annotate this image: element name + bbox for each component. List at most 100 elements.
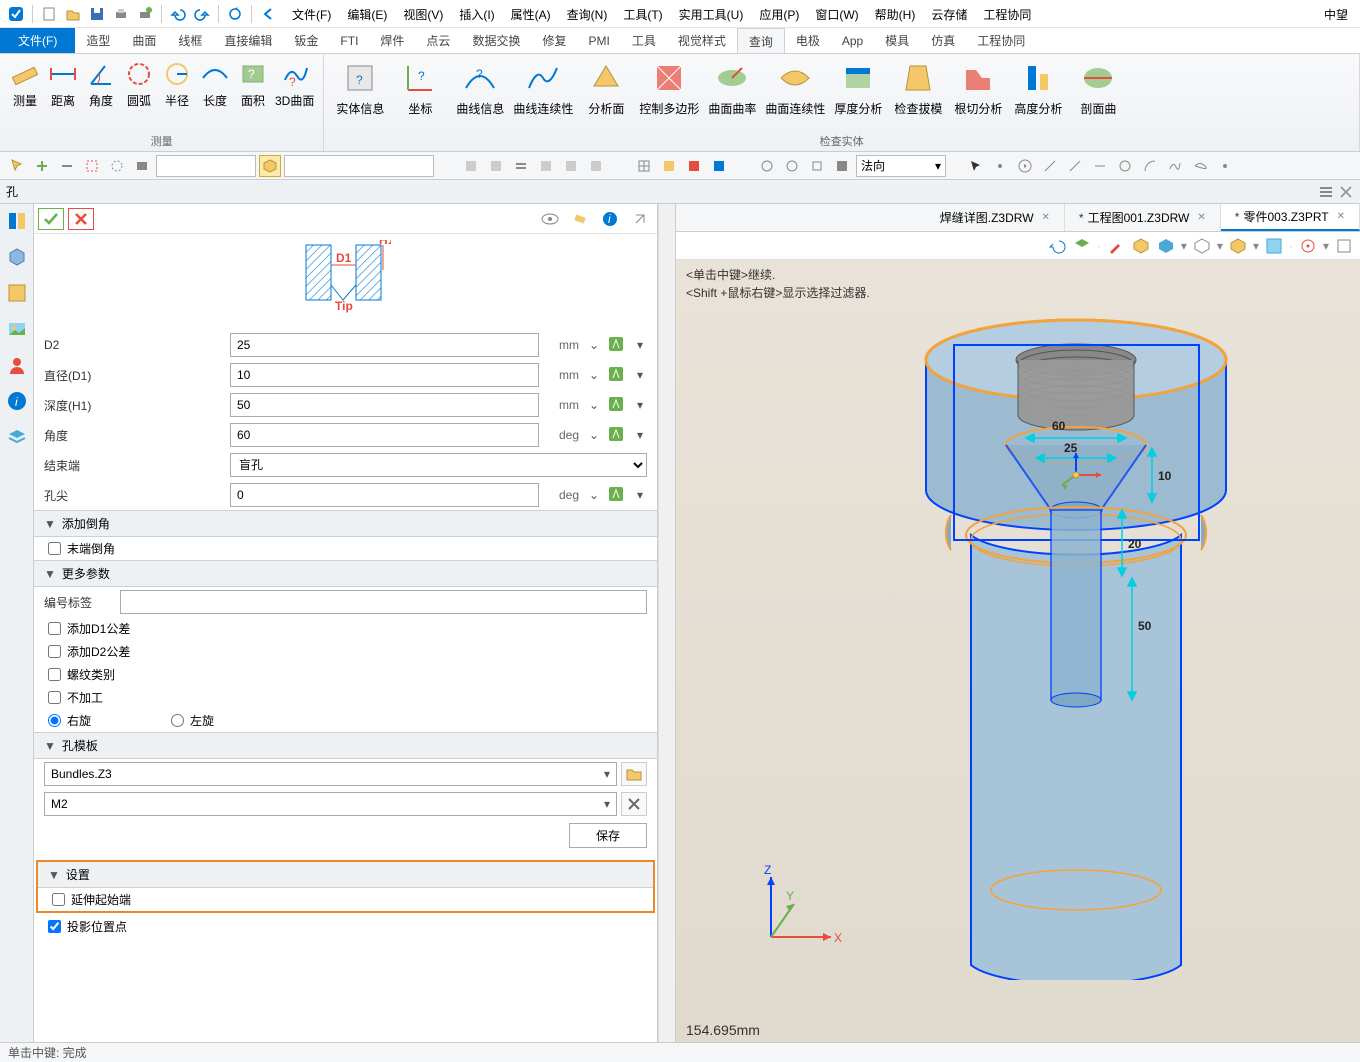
check-thread-type[interactable] [48,668,61,681]
side-tab-user[interactable] [4,352,30,378]
ribbon-item-curve-info[interactable]: ?曲线信息 [450,56,510,119]
toggle-icon[interactable] [510,155,532,177]
ribbon-item-3dsurface[interactable]: ?3D曲面 [272,56,317,111]
param-input-d2[interactable] [230,333,539,357]
ribbon-tab-active[interactable]: 查询 [737,28,785,53]
ribbon-tab[interactable]: 模具 [874,28,920,53]
add-icon[interactable] [31,155,53,177]
save-icon[interactable] [86,3,108,25]
radio-right-hand[interactable] [48,714,61,727]
close-icon[interactable]: ✕ [1197,212,1205,223]
panel-menu-icon[interactable] [1318,184,1334,200]
ribbon-item-measure[interactable]: 测量 [6,56,44,111]
check-end-chamfer[interactable] [48,542,61,555]
ribbon-item-section[interactable]: 剖面曲 [1068,56,1128,119]
dropdown-icon[interactable]: ⌄ [587,368,601,382]
expand-icon[interactable] [1334,236,1354,256]
toggle-icon[interactable] [485,155,507,177]
ribbon-item-area[interactable]: ?面积 [234,56,272,111]
ribbon-item-entity-info[interactable]: ?实体信息 [330,56,390,119]
document-tab[interactable]: * 工程图001.Z3DRW✕ [1065,204,1221,231]
check-d1-tol[interactable] [48,622,61,635]
scrollbar[interactable] [658,204,676,1042]
brush-icon[interactable] [1106,236,1126,256]
refresh-icon[interactable] [224,3,246,25]
line-icon[interactable] [1089,155,1111,177]
ribbon-item-distance[interactable]: 距离 [44,56,82,111]
layer-combo[interactable] [156,155,256,177]
side-tab-assembly[interactable] [4,244,30,270]
dropdown-icon[interactable]: ▾ [633,398,647,412]
arc-icon[interactable] [1139,155,1161,177]
section-more[interactable]: ▼更多参数 [34,560,657,587]
target-icon[interactable] [1298,236,1318,256]
cursor-icon[interactable] [964,155,986,177]
new-icon[interactable] [38,3,60,25]
apply-icon[interactable] [607,485,627,505]
file-tab[interactable]: 文件(F) [0,28,75,53]
sync-icon[interactable] [831,155,853,177]
tool-icon[interactable] [1039,155,1061,177]
document-tab[interactable]: 焊缝详图.Z3DRW✕ [926,204,1065,231]
sync-icon[interactable] [756,155,778,177]
document-tab-active[interactable]: * 零件003.Z3PRT✕ [1221,204,1360,231]
redo-icon[interactable] [191,3,213,25]
ribbon-tab[interactable]: 钣金 [283,28,329,53]
ribbon-tab[interactable]: 视觉样式 [667,28,737,53]
apply-icon[interactable] [607,365,627,385]
remove-icon[interactable] [56,155,78,177]
menu-file[interactable]: 文件(F) [284,2,339,27]
isometric-icon[interactable] [1228,236,1248,256]
ribbon-tab[interactable]: 曲面 [121,28,167,53]
ribbon-item-control-poly[interactable]: 控制多边形 [636,56,702,119]
menu-tools[interactable]: 工具(T) [615,2,670,27]
ribbon-tab[interactable]: 线框 [167,28,213,53]
sync-icon[interactable] [806,155,828,177]
check-d2-tol[interactable] [48,645,61,658]
check-no-machining[interactable] [48,691,61,704]
open-icon[interactable] [62,3,84,25]
ribbon-tab[interactable]: 造型 [75,28,121,53]
ribbon-tab[interactable]: FTI [329,28,369,53]
menu-edit[interactable]: 编辑(E) [339,2,395,27]
menu-view[interactable]: 视图(V) [395,2,451,27]
menu-cloud[interactable]: 云存储 [923,2,975,27]
browse-button[interactable] [621,762,647,786]
side-tab-info[interactable]: i [4,388,30,414]
param-select-end[interactable]: 盲孔 [230,453,647,477]
template-file-combo[interactable]: Bundles.Z3▾ [44,762,617,786]
delete-button[interactable] [621,792,647,816]
select-box-icon[interactable] [81,155,103,177]
menu-utilities[interactable]: 实用工具(U) [671,2,752,27]
ribbon-item-analyze-face[interactable]: 分析面 [576,56,636,119]
menu-window[interactable]: 窗口(W) [807,2,866,27]
layers-icon[interactable] [1072,236,1092,256]
play-icon[interactable] [1014,155,1036,177]
circle-icon[interactable] [1114,155,1136,177]
dropdown-icon[interactable]: ⌄ [587,338,601,352]
side-tab-image[interactable] [4,316,30,342]
menu-attribute[interactable]: 属性(A) [503,2,559,27]
side-tab-layers[interactable] [4,424,30,450]
dropdown-icon[interactable]: ▾ [633,428,647,442]
ribbon-item-height[interactable]: 高度分析 [1008,56,1068,119]
lasso-icon[interactable] [106,155,128,177]
select-icon[interactable] [6,155,28,177]
ribbon-item-undercut[interactable]: 根切分析 [948,56,1008,119]
ribbon-item-angle[interactable]: 角度 [82,56,120,111]
template-size-combo[interactable]: M2▾ [44,792,617,816]
section-chamfer[interactable]: ▼添加倒角 [34,510,657,537]
toggle-icon[interactable] [535,155,557,177]
ribbon-tab[interactable]: App [831,28,874,53]
ribbon-tab[interactable]: 修复 [531,28,577,53]
menu-query[interactable]: 查询(N) [559,2,616,27]
tool-icon[interactable] [989,155,1011,177]
eraser-icon[interactable] [567,208,593,230]
dropdown-icon[interactable]: ▾ [633,338,647,352]
wireframe-icon[interactable] [1192,236,1212,256]
section-template[interactable]: ▼孔模板 [34,732,657,759]
close-icon[interactable]: ✕ [1042,212,1050,223]
check-proj-pos[interactable] [48,920,61,933]
spline-icon[interactable] [1164,155,1186,177]
side-tab-feature[interactable] [4,208,30,234]
